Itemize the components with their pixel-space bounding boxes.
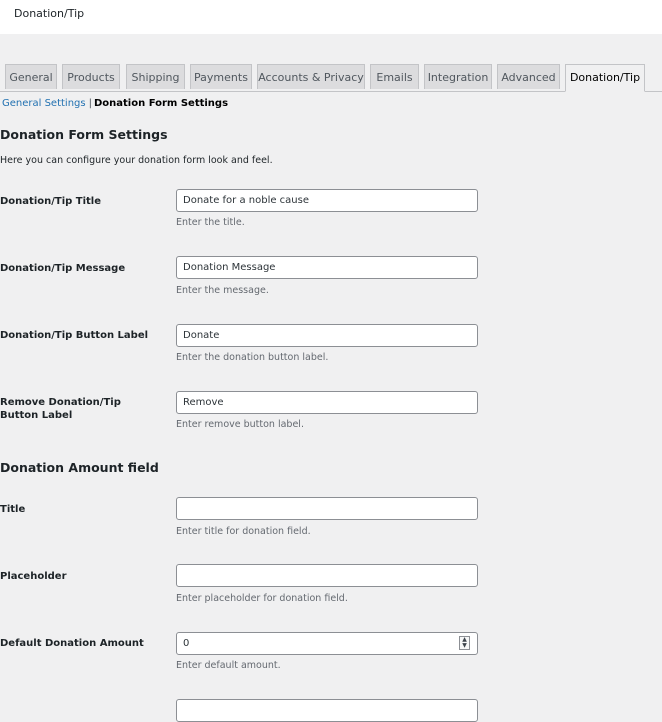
next-field-input[interactable] bbox=[176, 699, 478, 722]
tab-payments[interactable]: Payments bbox=[190, 64, 252, 89]
amount-title-input[interactable] bbox=[176, 497, 478, 520]
remove-button-label-input[interactable] bbox=[176, 391, 478, 414]
settings-tabs: General Products Shipping Payments Accou… bbox=[0, 64, 662, 92]
page-title: Donation/Tip bbox=[14, 7, 85, 20]
donation-amount-field-heading: Donation Amount field bbox=[0, 460, 159, 475]
tab-emails[interactable]: Emails bbox=[370, 64, 419, 89]
donation-message-description: Enter the message. bbox=[176, 285, 269, 296]
current-subsection: Donation Form Settings bbox=[93, 98, 229, 109]
number-spinner[interactable]: ▲ ▼ bbox=[459, 636, 470, 650]
tab-products[interactable]: Products bbox=[62, 64, 120, 89]
tab-advanced[interactable]: Advanced bbox=[497, 64, 560, 89]
default-amount-input[interactable] bbox=[176, 632, 478, 655]
tab-donation-tip[interactable]: Donation/Tip bbox=[565, 64, 645, 92]
donation-form-settings-heading: Donation Form Settings bbox=[0, 127, 168, 142]
amount-title-description: Enter title for donation field. bbox=[176, 526, 311, 537]
spin-down-icon[interactable]: ▼ bbox=[460, 643, 469, 649]
donate-button-label-description: Enter the donation button label. bbox=[176, 352, 329, 363]
donate-button-label-input[interactable] bbox=[176, 324, 478, 347]
section-intro: Here you can configure your donation for… bbox=[0, 155, 273, 166]
amount-placeholder-label: Placeholder bbox=[0, 571, 67, 582]
remove-button-label-label: Remove Donation/Tip Button Label bbox=[0, 397, 121, 421]
tab-integration[interactable]: Integration bbox=[424, 64, 492, 89]
default-amount-description: Enter default amount. bbox=[176, 660, 281, 671]
donation-message-input[interactable] bbox=[176, 256, 478, 279]
donation-title-description: Enter the title. bbox=[176, 217, 245, 228]
amount-placeholder-description: Enter placeholder for donation field. bbox=[176, 593, 348, 604]
general-settings-link[interactable]: General Settings bbox=[2, 98, 86, 109]
tab-general[interactable]: General bbox=[5, 64, 57, 89]
default-amount-label: Default Donation Amount bbox=[0, 638, 144, 649]
tab-accounts-privacy[interactable]: Accounts & Privacy bbox=[257, 64, 365, 89]
donation-title-input[interactable] bbox=[176, 189, 478, 212]
sub-navigation: General Settings | Donation Form Settings bbox=[2, 98, 228, 109]
donation-title-label: Donation/Tip Title bbox=[0, 196, 102, 207]
tab-shipping[interactable]: Shipping bbox=[126, 64, 185, 89]
donation-message-label: Donation/Tip Message bbox=[0, 263, 126, 274]
subnav-separator: | bbox=[88, 98, 92, 109]
amount-placeholder-input[interactable] bbox=[176, 564, 478, 587]
donate-button-label-label: Donation/Tip Button Label bbox=[0, 330, 149, 341]
amount-title-label: Title bbox=[0, 504, 26, 515]
remove-button-label-description: Enter remove button label. bbox=[176, 419, 304, 430]
top-bar: Donation/Tip bbox=[0, 0, 662, 34]
